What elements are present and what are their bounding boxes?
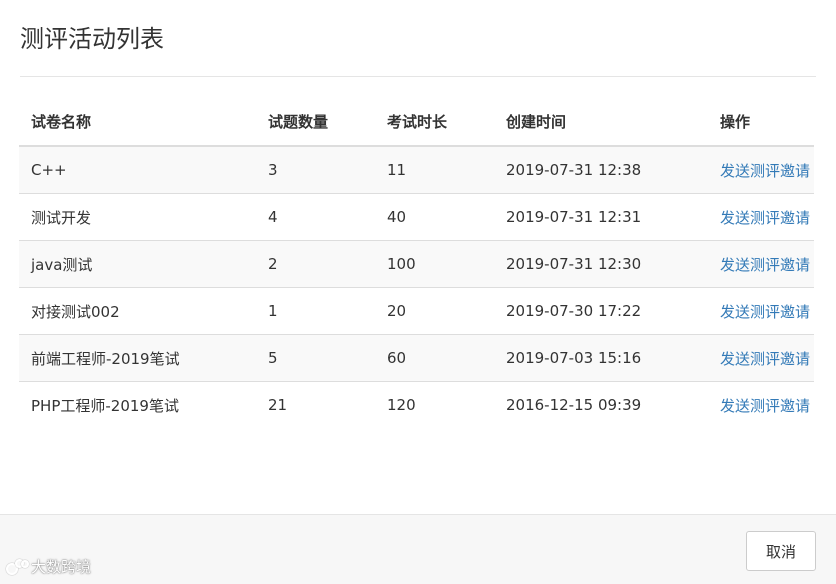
cell-paper-name: C++: [19, 146, 256, 194]
cell-action: 发送测评邀请: [708, 146, 814, 194]
modal-header: 测评活动列表: [20, 0, 816, 77]
cell-paper-name: PHP工程师-2019笔试: [19, 381, 256, 428]
header-question-count: 试题数量: [256, 98, 375, 147]
table-header: 试卷名称 试题数量 考试时长 创建时间 操作: [19, 98, 814, 147]
cell-created-time: 2019-07-31 12:38: [494, 146, 708, 194]
cell-created-time: 2019-07-31 12:30: [494, 240, 708, 288]
cell-action: 发送测评邀请: [708, 287, 814, 335]
table-row: 前端工程师-2019笔试 5 60 2019-07-03 15:16 发送测评邀…: [19, 334, 814, 382]
cell-question-count: 5: [256, 334, 375, 382]
cell-paper-name: 前端工程师-2019笔试: [19, 334, 256, 382]
cell-exam-duration: 100: [375, 240, 494, 288]
table-row: java测试 2 100 2019-07-31 12:30 发送测评邀请: [19, 240, 814, 288]
assessment-table-wrap: 试卷名称 试题数量 考试时长 创建时间 操作 C++ 3 11 2019-07-…: [19, 98, 814, 428]
header-action: 操作: [708, 98, 814, 147]
cell-exam-duration: 60: [375, 334, 494, 382]
header-exam-duration: 考试时长: [375, 98, 494, 147]
cell-question-count: 1: [256, 287, 375, 335]
send-invitation-link[interactable]: 发送测评邀请: [720, 303, 810, 321]
header-paper-name: 试卷名称: [19, 98, 256, 147]
cell-paper-name: 对接测试002: [19, 287, 256, 335]
table-row: PHP工程师-2019笔试 21 120 2016-12-15 09:39 发送…: [19, 381, 814, 428]
cell-created-time: 2019-07-30 17:22: [494, 287, 708, 335]
modal-footer: 取消: [0, 514, 836, 584]
send-invitation-link[interactable]: 发送测评邀请: [720, 350, 810, 368]
modal-title: 测评活动列表: [20, 25, 164, 53]
cell-action: 发送测评邀请: [708, 240, 814, 288]
watermark-text: 大数跨境: [31, 558, 92, 576]
header-created-time: 创建时间: [494, 98, 708, 147]
cell-exam-duration: 20: [375, 287, 494, 335]
cell-exam-duration: 11: [375, 146, 494, 194]
cancel-button[interactable]: 取消: [746, 531, 816, 571]
send-invitation-link[interactable]: 发送测评邀请: [720, 162, 810, 180]
cell-question-count: 2: [256, 240, 375, 288]
cell-paper-name: java测试: [19, 240, 256, 288]
send-invitation-link[interactable]: 发送测评邀请: [720, 209, 810, 227]
assessment-table: 试卷名称 试题数量 考试时长 创建时间 操作 C++ 3 11 2019-07-…: [19, 98, 814, 428]
cell-created-time: 2016-12-15 09:39: [494, 381, 708, 428]
cell-question-count: 21: [256, 381, 375, 428]
cell-exam-duration: 40: [375, 193, 494, 241]
cell-action: 发送测评邀请: [708, 381, 814, 428]
cell-question-count: 4: [256, 193, 375, 241]
watermark: 大数跨境: [6, 556, 91, 577]
cell-paper-name: 测试开发: [19, 193, 256, 241]
table-row: C++ 3 11 2019-07-31 12:38 发送测评邀请: [19, 146, 814, 194]
cell-action: 发送测评邀请: [708, 334, 814, 382]
cell-exam-duration: 120: [375, 381, 494, 428]
cell-question-count: 3: [256, 146, 375, 194]
cell-created-time: 2019-07-31 12:31: [494, 193, 708, 241]
table-body: C++ 3 11 2019-07-31 12:38 发送测评邀请 测试开发 4 …: [19, 146, 814, 428]
cell-action: 发送测评邀请: [708, 193, 814, 241]
send-invitation-link[interactable]: 发送测评邀请: [720, 397, 810, 415]
send-invitation-link[interactable]: 发送测评邀请: [720, 256, 810, 274]
table-row: 测试开发 4 40 2019-07-31 12:31 发送测评邀请: [19, 193, 814, 241]
assessment-list-modal: 测评活动列表 试卷名称 试题数量 考试时长 创建时间 操作 C++ 3 11 2…: [0, 0, 836, 584]
brand-logo-icon: [6, 558, 29, 575]
table-row: 对接测试002 1 20 2019-07-30 17:22 发送测评邀请: [19, 287, 814, 335]
cell-created-time: 2019-07-03 15:16: [494, 334, 708, 382]
table-header-row: 试卷名称 试题数量 考试时长 创建时间 操作: [19, 98, 814, 147]
